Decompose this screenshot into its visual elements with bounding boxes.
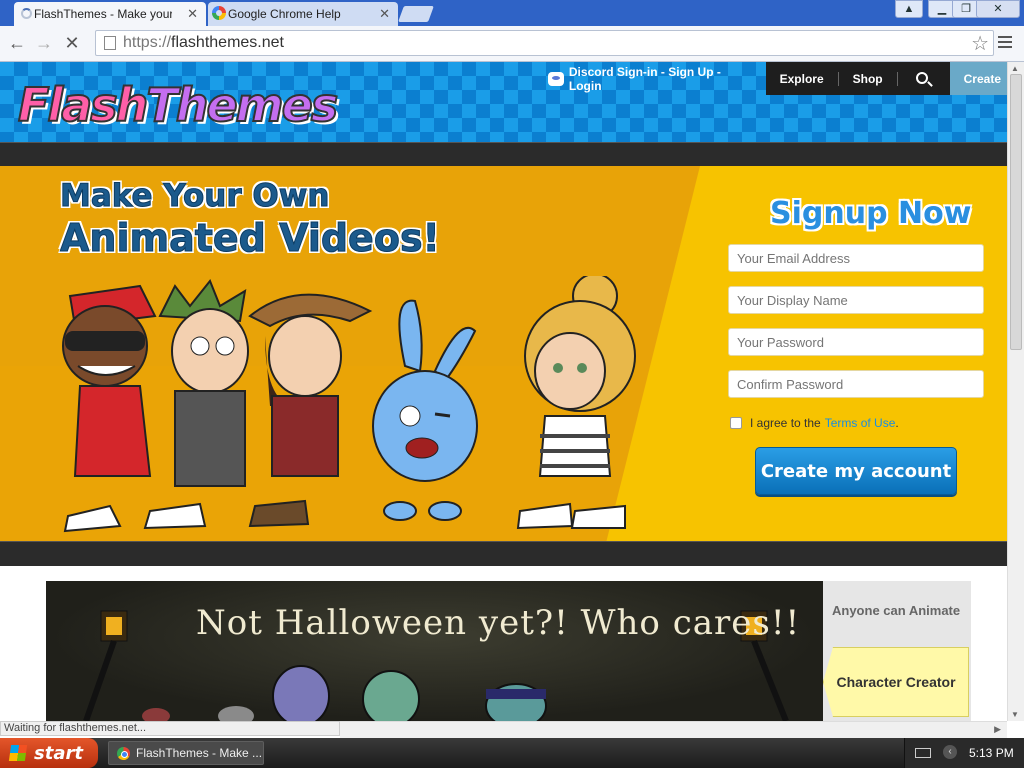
hero-section: Make Your Own Animated Videos! Signup No…: [0, 166, 1007, 541]
show-hidden-icons-icon[interactable]: ‹: [943, 745, 957, 759]
header-divider-band: [0, 142, 1007, 166]
scroll-down-arrow-icon[interactable]: ▼: [1011, 710, 1019, 719]
hero-headline-line2: Animated Videos!: [60, 216, 441, 261]
create-account-button[interactable]: Create my account: [755, 447, 957, 495]
logo-part-flash: Flash: [17, 77, 149, 133]
new-tab-button[interactable]: [398, 6, 434, 22]
top-nav: Discord Sign-in - Sign Up - Login Explor…: [540, 62, 1007, 95]
discord-login-link[interactable]: Discord Sign-in - Sign Up - Login: [540, 62, 766, 95]
tab-close-icon[interactable]: ✕: [187, 6, 198, 22]
bookmark-star-icon[interactable]: ☆: [971, 31, 989, 56]
password-field[interactable]: [728, 328, 984, 356]
flashthemes-logo[interactable]: FlashThemes: [17, 77, 339, 133]
scroll-right-arrow-icon[interactable]: ▶: [994, 724, 1001, 735]
page-icon: [104, 36, 116, 50]
loading-spinner-icon: [21, 8, 32, 19]
tab-title: Google Chrome Help: [228, 7, 341, 21]
hero-headline-line1: Make Your Own: [59, 178, 330, 215]
lamp-post-left-icon: [83, 610, 128, 721]
nav-create[interactable]: Create: [949, 62, 1007, 95]
chrome-menu-icon[interactable]: [998, 36, 1012, 48]
status-bubble: Waiting for flashthemes.net...: [0, 721, 340, 736]
back-arrow-icon[interactable]: ←: [6, 33, 28, 55]
chrome-icon: [117, 746, 130, 760]
url-host: flashthemes.net: [171, 34, 284, 51]
search-icon[interactable]: [915, 71, 928, 84]
taskbar-item-chrome[interactable]: FlashThemes - Make ...: [108, 741, 264, 765]
terms-prefix: I agree to the: [750, 416, 821, 430]
url-scheme: https://: [123, 34, 172, 51]
tab-flashthemes[interactable]: FlashThemes - Make your ow ✕: [14, 2, 206, 26]
scrollbar-thumb[interactable]: [1010, 74, 1022, 350]
nav-shop[interactable]: Shop: [853, 72, 883, 86]
character-creator-button[interactable]: Character Creator: [823, 647, 969, 717]
scroll-up-arrow-icon[interactable]: ▲: [1011, 64, 1019, 73]
banner-side-caption: Anyone can Animate: [832, 603, 961, 618]
banner-illustration: [83, 610, 789, 721]
address-bar[interactable]: https://flashthemes.net ☆: [95, 30, 994, 56]
start-button[interactable]: start: [0, 738, 98, 768]
profile-icon[interactable]: ▲: [895, 0, 923, 18]
confirm-password-field[interactable]: [728, 370, 984, 398]
character-blue-bunny: [372, 299, 478, 521]
keyboard-icon[interactable]: [915, 748, 931, 758]
terms-checkbox[interactable]: [730, 417, 742, 429]
display-name-field[interactable]: [728, 286, 984, 314]
forward-arrow-icon[interactable]: →: [33, 33, 55, 55]
close-window-button[interactable]: ✕: [976, 0, 1020, 18]
tab-close-icon[interactable]: ✕: [379, 6, 390, 22]
vertical-scrollbar[interactable]: ▲ ▼: [1007, 62, 1024, 721]
url-text[interactable]: https://flashthemes.net: [123, 34, 284, 52]
clock[interactable]: 5:13 PM: [969, 746, 1014, 760]
windows-taskbar: start FlashThemes - Make ... ‹ 5:13 PM: [0, 738, 1024, 768]
horizontal-scrollbar[interactable]: ▶: [340, 721, 1007, 738]
character-cap-sunglasses: [62, 284, 157, 533]
main-nav: Explore Shop: [765, 62, 950, 95]
nav-divider: [896, 71, 898, 86]
terms-suffix: .: [895, 416, 899, 430]
browser-tab-strip: FlashThemes - Make your ow ✕ Google Chro…: [0, 0, 1024, 26]
email-field[interactable]: [728, 244, 984, 272]
page-viewport: FlashThemes Discord Sign-in - Sign Up - …: [0, 62, 1007, 721]
signup-title: Signup Now: [770, 196, 972, 231]
nav-explore[interactable]: Explore: [780, 72, 824, 86]
site-header: FlashThemes Discord Sign-in - Sign Up - …: [0, 62, 1007, 142]
discord-icon: [548, 71, 564, 86]
banner-side-panel: Anyone can Animate Character Creator: [823, 581, 971, 721]
zombie-heads-icon: [142, 665, 547, 721]
hero-bottom-band: [0, 541, 1007, 566]
tab-title: FlashThemes - Make your ow: [34, 7, 172, 21]
tab-google-chrome-help[interactable]: Google Chrome Help ✕: [208, 2, 398, 26]
character-blonde-girl: [516, 276, 636, 530]
banner-title: Not Halloween yet?! Who cares!!: [196, 603, 801, 643]
browser-toolbar: ← → ✕ https://flashthemes.net ☆: [0, 26, 1024, 62]
terms-agreement: I agree to the Terms of Use .: [730, 416, 899, 430]
system-tray: ‹ 5:13 PM: [904, 738, 1024, 768]
taskbar-item-label: FlashThemes - Make ...: [136, 746, 263, 760]
nav-divider: [837, 71, 839, 86]
start-label: start: [34, 742, 83, 764]
windows-logo-icon: [8, 745, 28, 761]
logo-part-themes: Themes: [145, 77, 339, 133]
discord-login-label: Discord Sign-in - Sign Up - Login: [568, 64, 721, 93]
character-green-hair: [143, 279, 249, 530]
halloween-banner[interactable]: Not Halloween yet?! Who cares!! Anyone c…: [46, 581, 971, 721]
stop-loading-icon[interactable]: ✕: [61, 33, 83, 55]
character-cowboy-hat: [248, 293, 373, 528]
terms-of-use-link[interactable]: Terms of Use: [825, 416, 896, 430]
google-favicon-icon: [212, 6, 226, 20]
cartoon-characters-illustration: [62, 276, 636, 533]
